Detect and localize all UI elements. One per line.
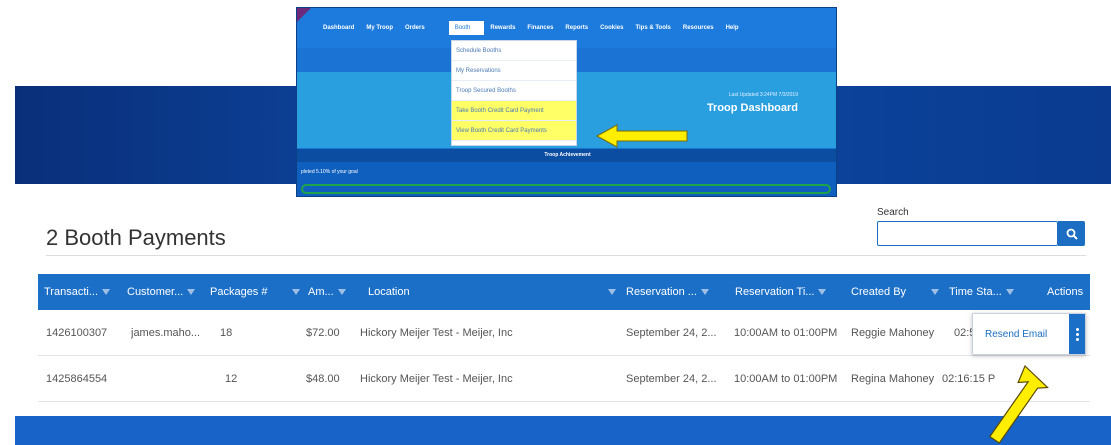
screenshot-stage: Dashboard My Troop Orders Booth Rewards … — [0, 0, 1111, 445]
annotation-arrow-up-icon — [988, 364, 1049, 444]
